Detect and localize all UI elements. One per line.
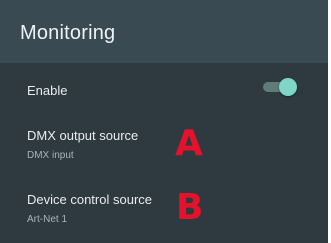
enable-toggle[interactable] (263, 77, 297, 97)
enable-label: Enable (27, 83, 68, 98)
dmx-output-source-label: DMX output source (27, 128, 139, 143)
monitoring-panel: Monitoring Enable DMX output source DMX … (0, 0, 328, 243)
page-title: Monitoring (20, 22, 116, 44)
dmx-output-source-value: DMX input (27, 150, 74, 161)
device-control-source-value: Art-Net 1 (27, 214, 68, 225)
enable-row[interactable]: Enable (0, 71, 328, 109)
device-control-source-label: Device control source (27, 192, 152, 207)
screen: Monitoring Enable DMX output source DMX … (0, 0, 331, 243)
toggle-thumb (279, 78, 297, 96)
marker-a: A (175, 123, 203, 164)
header-bar: Monitoring (0, 0, 328, 63)
marker-b: B (176, 187, 204, 228)
dmx-output-source-row[interactable]: DMX output source DMX input A (0, 118, 328, 170)
device-control-source-row[interactable]: Device control source Art-Net 1 B (0, 180, 328, 232)
